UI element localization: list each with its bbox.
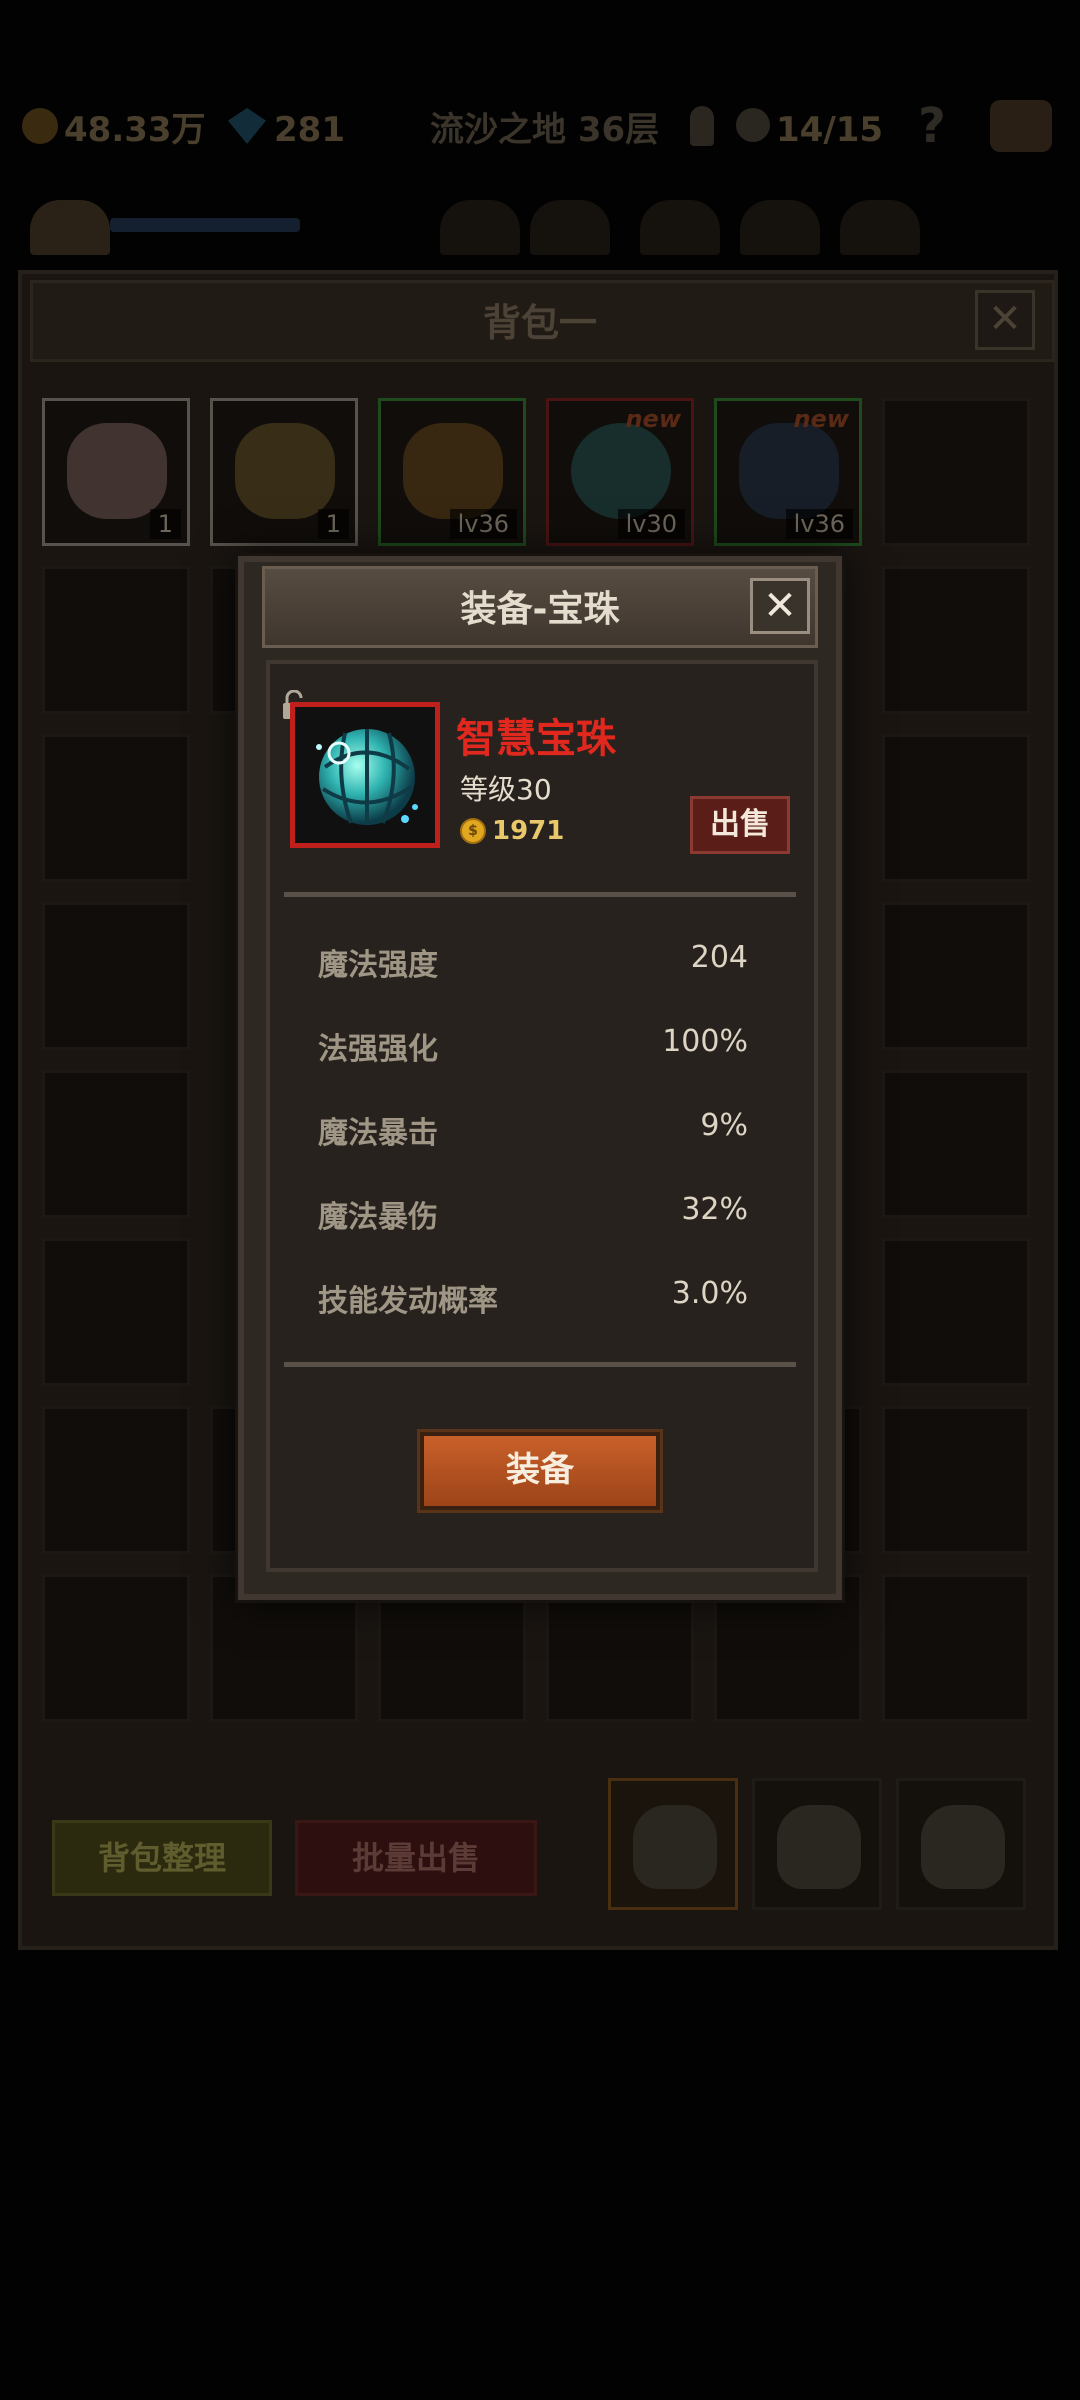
new-tag: new bbox=[793, 405, 849, 433]
bag-sack-icon bbox=[633, 1805, 717, 1889]
bag-slot-empty[interactable] bbox=[882, 1406, 1030, 1554]
bag-slot-empty[interactable] bbox=[42, 1238, 190, 1386]
help-button[interactable]: ? bbox=[918, 98, 946, 154]
hero-avatar[interactable] bbox=[30, 200, 110, 255]
bag-slot-armor[interactable]: new lv36 bbox=[714, 398, 862, 546]
hero-slot[interactable] bbox=[440, 200, 520, 255]
bag-tab-2[interactable] bbox=[752, 1778, 882, 1910]
bag-sack-icon bbox=[777, 1805, 861, 1889]
item-level: 等级30 bbox=[460, 773, 552, 806]
bag-slot-beer[interactable]: 1 bbox=[210, 398, 358, 546]
item-icon-frame bbox=[290, 702, 440, 848]
armor-icon bbox=[739, 423, 839, 519]
bag-slot-empty[interactable] bbox=[882, 1574, 1030, 1722]
stat-label: 法强强化 bbox=[318, 1032, 438, 1067]
new-tag: new bbox=[625, 405, 681, 433]
hero-slot[interactable] bbox=[740, 200, 820, 255]
bag-sack-icon bbox=[921, 1805, 1005, 1889]
item-price: 1971 bbox=[492, 816, 565, 846]
modal-close-button[interactable]: ✕ bbox=[750, 578, 810, 634]
equip-button[interactable]: 装备 bbox=[420, 1432, 660, 1510]
bag-close-button[interactable]: ✕ bbox=[975, 290, 1035, 350]
bag-slot-cake[interactable]: 1 bbox=[42, 398, 190, 546]
experience-bar bbox=[110, 218, 300, 232]
slot-level: lv36 bbox=[449, 509, 517, 539]
cake-icon bbox=[67, 423, 167, 519]
stat-value: 3.0% bbox=[671, 1276, 748, 1311]
slot-count: 1 bbox=[149, 509, 181, 539]
bag-slot-empty[interactable] bbox=[882, 902, 1030, 1050]
sort-bag-button[interactable]: 背包整理 bbox=[52, 1820, 272, 1896]
stat-label: 魔法暴击 bbox=[318, 1116, 438, 1151]
bag-slot-empty[interactable] bbox=[882, 566, 1030, 714]
bag-slot-empty[interactable] bbox=[42, 902, 190, 1050]
bag-slot-empty[interactable] bbox=[882, 734, 1030, 882]
gold-coin-icon: $ bbox=[460, 818, 486, 844]
divider bbox=[284, 1362, 796, 1367]
divider bbox=[284, 892, 796, 897]
stat-value: 9% bbox=[700, 1108, 748, 1143]
orb-icon bbox=[571, 423, 671, 519]
ring-icon bbox=[403, 423, 503, 519]
hero-slot[interactable] bbox=[530, 200, 610, 255]
stat-label: 魔法强度 bbox=[318, 948, 438, 983]
bag-slot-empty[interactable] bbox=[42, 1070, 190, 1218]
bag-slot-empty[interactable] bbox=[42, 1574, 190, 1722]
hero-slot[interactable] bbox=[840, 200, 920, 255]
modal-title: 装备-宝珠 bbox=[460, 589, 620, 630]
stat-value: 100% bbox=[662, 1024, 748, 1059]
beer-mug-icon bbox=[235, 423, 335, 519]
bulk-sell-button[interactable]: 批量出售 bbox=[295, 1820, 537, 1896]
bag-slot-empty[interactable] bbox=[42, 566, 190, 714]
bag-slot-ring[interactable]: lv36 bbox=[378, 398, 526, 546]
stat-label: 技能发动概率 bbox=[318, 1284, 498, 1319]
item-name: 智慧宝珠 bbox=[456, 716, 616, 762]
slot-level: lv36 bbox=[785, 509, 853, 539]
wisdom-orb-icon bbox=[316, 729, 418, 825]
stat-label: 魔法暴伤 bbox=[318, 1200, 438, 1235]
bag-title: 背包一 bbox=[482, 301, 597, 345]
sell-button[interactable]: 出售 bbox=[690, 796, 790, 854]
hero-slot[interactable] bbox=[640, 200, 720, 255]
slot-count: 1 bbox=[317, 509, 349, 539]
bag-slot-empty[interactable] bbox=[42, 734, 190, 882]
skull-count: 14/15 bbox=[776, 110, 884, 150]
bag-slot-orb[interactable]: new lv30 bbox=[546, 398, 694, 546]
bag-tab-1[interactable] bbox=[608, 1778, 738, 1910]
bag-tab-3[interactable] bbox=[896, 1778, 1026, 1910]
bag-slot-empty[interactable] bbox=[42, 1406, 190, 1554]
bag-slot-empty[interactable] bbox=[882, 398, 1030, 546]
bag-slot-empty[interactable] bbox=[882, 1070, 1030, 1218]
stat-value: 32% bbox=[681, 1192, 748, 1227]
slot-level: lv30 bbox=[617, 509, 685, 539]
settings-icon[interactable] bbox=[990, 100, 1052, 152]
stat-value: 204 bbox=[690, 940, 748, 975]
bag-slot-empty[interactable] bbox=[882, 1238, 1030, 1386]
